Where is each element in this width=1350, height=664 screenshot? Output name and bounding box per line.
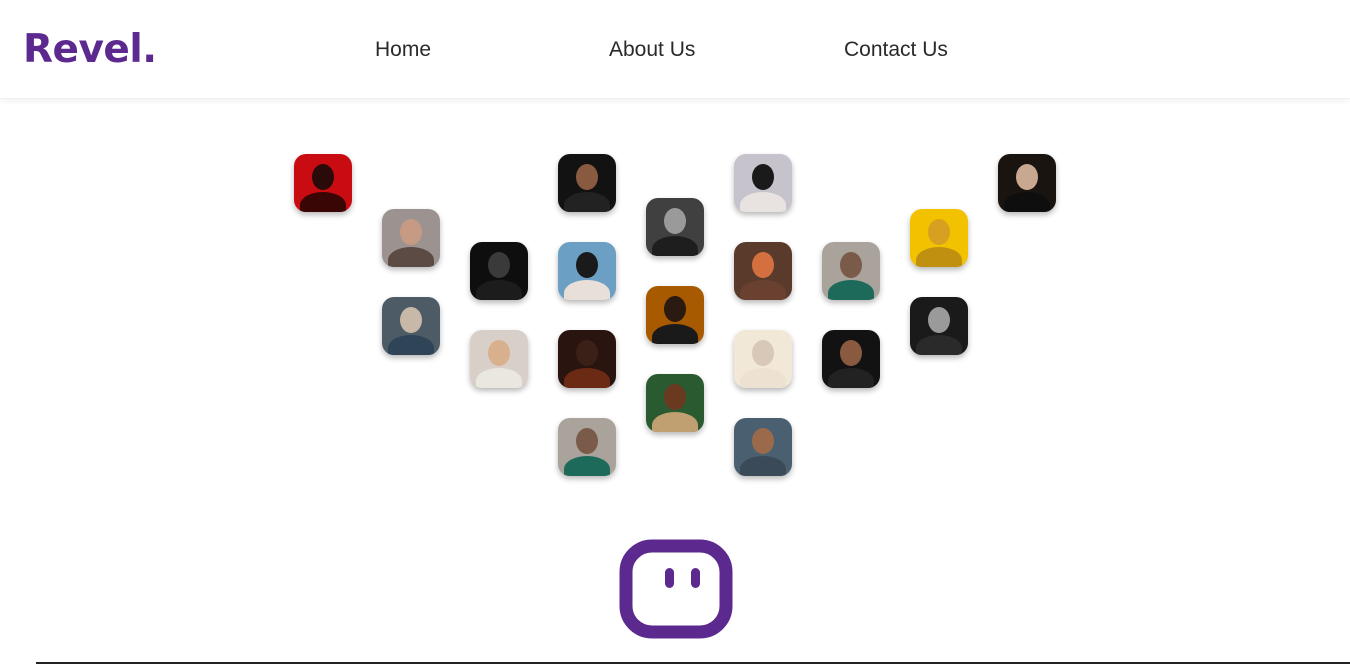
avatar-woman-bob-hair[interactable] [734,154,792,212]
avatar-head-shape [576,252,598,278]
avatar-man-cap-beard[interactable] [558,418,616,476]
avatar-head-shape [928,307,950,333]
avatar-woman-beanie[interactable] [382,209,440,267]
avatar-head-shape [752,340,774,366]
avatar-body-shape [828,280,874,300]
avatar-young-man-blond[interactable] [470,330,528,388]
avatar-man-glasses-grayscale[interactable] [646,198,704,256]
avatar-body-shape [740,368,786,388]
avatar-head-shape [928,219,950,245]
avatar-body-shape [564,192,610,212]
avatar-body-shape [652,236,698,256]
avatar-man-cap-beard-2[interactable] [822,242,880,300]
avatar-head-shape [488,252,510,278]
avatar-head-shape [576,428,598,454]
avatar-woman-red-background[interactable] [294,154,352,212]
avatar-body-shape [300,192,346,212]
avatar-head-shape [664,208,686,234]
avatar-woman-glasses-grayscale[interactable] [910,297,968,355]
nav-home-link[interactable]: Home [375,36,431,64]
avatar-head-shape [664,296,686,322]
avatar-woman-black-and-white[interactable] [470,242,528,300]
avatar-head-shape [664,384,686,410]
avatar-woman-green-background[interactable] [646,374,704,432]
avatar-head-shape [576,164,598,190]
avatar-older-man-gray-hair[interactable] [382,297,440,355]
avatar-woman-curly-hair-city[interactable] [558,242,616,300]
avatar-body-shape [564,280,610,300]
avatar-head-shape [576,340,598,366]
avatar-head-shape [752,164,774,190]
avatar-body-shape [740,456,786,476]
avatar-man-sunglasses-jacket[interactable] [558,330,616,388]
nav-contact-link[interactable]: Contact Us [844,36,948,64]
avatar-body-shape [388,247,434,267]
avatar-body-shape [916,247,962,267]
avatar-man-glasses-dark-2[interactable] [822,330,880,388]
avatar-head-shape [400,307,422,333]
avatar-head-shape [840,252,862,278]
avatar-man-halo-light[interactable] [646,286,704,344]
avatar-head-shape [840,340,862,366]
avatar-head-shape [312,164,334,190]
avatar-body-shape [916,335,962,355]
avatar-body-shape [564,456,610,476]
avatar-head-shape [752,252,774,278]
mascot-face-icon [619,539,733,639]
avatar-body-shape [476,368,522,388]
avatar-head-shape [400,219,422,245]
avatar-head-shape [752,428,774,454]
avatar-body-shape [652,324,698,344]
avatar-woman-red-hair-smile[interactable] [734,242,792,300]
avatar-woman-yellow-paint[interactable] [910,209,968,267]
avatar-woman-dark-portrait[interactable] [998,154,1056,212]
site-header: Revel. Home About Us Contact Us [0,0,1350,99]
avatar-body-shape [740,192,786,212]
avatar-body-shape [828,368,874,388]
avatar-body-shape [476,280,522,300]
avatar-man-glasses-beard[interactable] [734,418,792,476]
site-logo[interactable]: Revel. [23,24,157,76]
avatar-body-shape [740,280,786,300]
avatar-body-shape [652,412,698,432]
avatar-man-glasses-dark[interactable] [558,154,616,212]
avatar-head-shape [488,340,510,366]
avatar-body-shape [388,335,434,355]
avatar-woman-profile-beige[interactable] [734,330,792,388]
avatar-body-shape [1004,192,1050,212]
avatar-body-shape [564,368,610,388]
avatar-head-shape [1016,164,1038,190]
nav-about-link[interactable]: About Us [609,36,695,64]
